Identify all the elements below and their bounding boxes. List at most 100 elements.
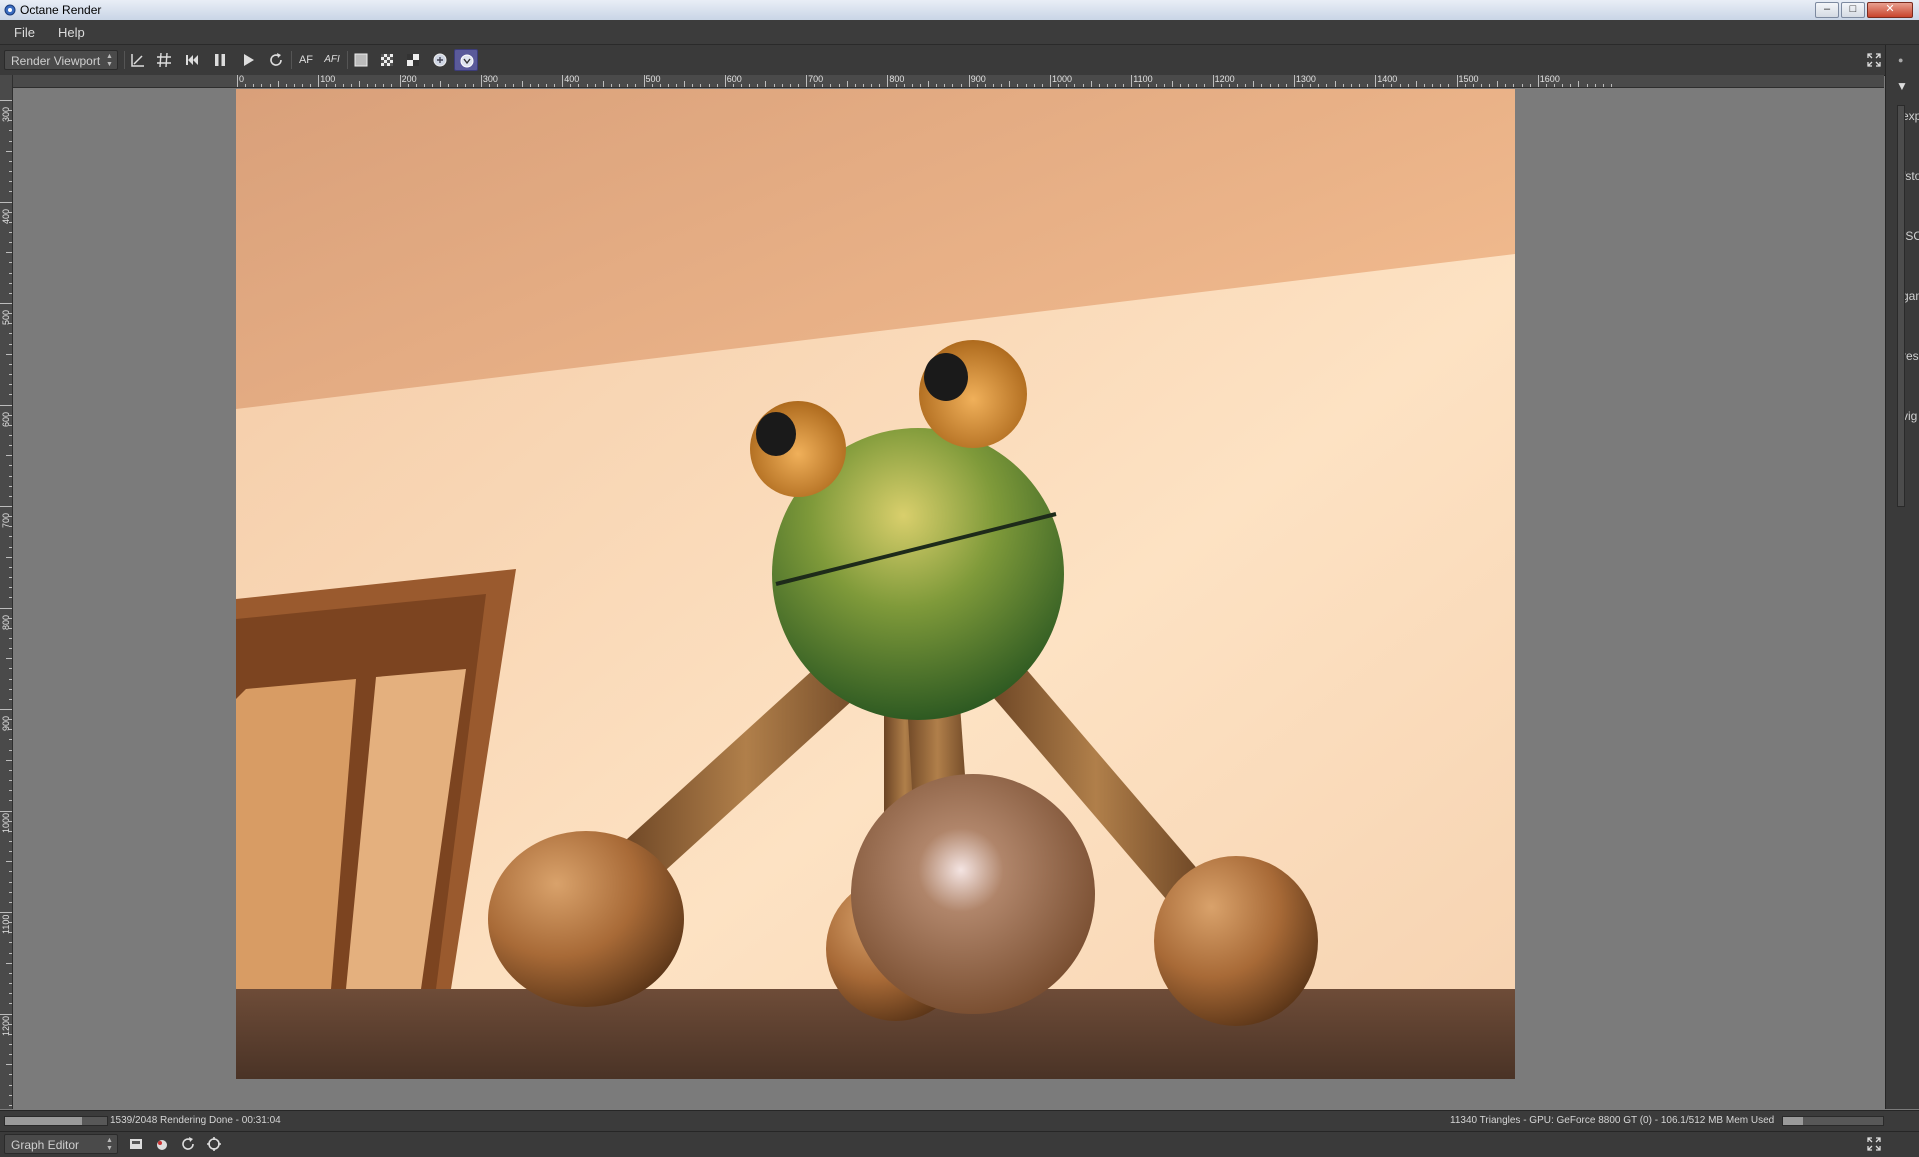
autofocus-infinity-button[interactable]: AFI bbox=[320, 49, 344, 71]
ruler-label: 1100 bbox=[1133, 75, 1153, 84]
ruler-label: 300 bbox=[1, 106, 11, 122]
ruler-tick bbox=[9, 790, 12, 792]
panel-scrollbar[interactable] bbox=[1897, 105, 1905, 507]
viewport-select[interactable]: Render Viewport ▲ ▼ bbox=[4, 50, 118, 70]
ruler-tick bbox=[9, 363, 12, 365]
ruler-tick bbox=[9, 495, 12, 497]
ruler-tick bbox=[9, 901, 12, 903]
fullscreen-icon bbox=[1867, 53, 1881, 67]
ruler-tick bbox=[1310, 84, 1312, 87]
pick-focus-button[interactable] bbox=[126, 49, 150, 71]
ruler-tick bbox=[375, 84, 377, 87]
reload-graph-button[interactable] bbox=[176, 1133, 200, 1155]
ruler-tick bbox=[1261, 84, 1263, 87]
ruler-tick bbox=[1106, 84, 1108, 87]
ruler-tick bbox=[9, 739, 12, 741]
graph-settings-button[interactable] bbox=[202, 1133, 226, 1155]
recompile-button[interactable] bbox=[264, 49, 288, 71]
ruler-tick bbox=[6, 353, 12, 355]
ruler-tick bbox=[464, 84, 466, 87]
ruler-tick bbox=[9, 130, 12, 132]
ruler-tick bbox=[1082, 84, 1084, 87]
ruler-tick bbox=[6, 556, 12, 558]
pause-render-button[interactable] bbox=[208, 49, 232, 71]
ruler-tick bbox=[9, 191, 12, 193]
menu-help[interactable]: Help bbox=[58, 25, 85, 40]
ruler-tick bbox=[9, 983, 12, 985]
realtime-button[interactable] bbox=[454, 49, 478, 71]
checker-button[interactable] bbox=[375, 49, 399, 71]
new-graph-icon bbox=[130, 1139, 142, 1149]
ruler-tick bbox=[0, 709, 12, 710]
ruler-label: 1200 bbox=[1, 1015, 11, 1036]
ruler-tick bbox=[871, 84, 873, 87]
ruler-tick bbox=[9, 871, 12, 873]
ruler-tick bbox=[9, 485, 12, 487]
ruler-tick bbox=[448, 84, 450, 87]
ruler-tick bbox=[0, 100, 12, 101]
lock-resolution-button[interactable] bbox=[428, 49, 452, 71]
ruler-tick bbox=[9, 972, 12, 974]
ruler-tick bbox=[1578, 81, 1580, 87]
ruler-tick bbox=[9, 688, 12, 690]
ruler-tick bbox=[1440, 84, 1442, 87]
graph-editor-bar: Graph Editor ▲ ▼ bbox=[0, 1131, 1919, 1157]
menu-file[interactable]: File bbox=[14, 25, 35, 40]
ruler-tick bbox=[1188, 84, 1190, 87]
graph-fullscreen-button[interactable] bbox=[1862, 1133, 1886, 1155]
ruler-tick bbox=[383, 84, 385, 87]
ruler-tick bbox=[741, 84, 743, 87]
ruler-tick bbox=[765, 81, 767, 87]
panel-pin-icon[interactable]: ● bbox=[1898, 55, 1903, 65]
ruler-tick bbox=[9, 891, 12, 893]
close-button[interactable]: ✕ bbox=[1867, 2, 1913, 18]
ruler-tick bbox=[6, 252, 12, 254]
ruler-tick bbox=[9, 678, 12, 680]
ruler-label: 400 bbox=[1, 208, 11, 224]
restart-render-button[interactable] bbox=[180, 49, 204, 71]
ruler-tick bbox=[846, 81, 848, 87]
alpha-button[interactable] bbox=[401, 49, 425, 71]
ruler-tick bbox=[342, 84, 344, 87]
minimize-button[interactable]: – bbox=[1815, 2, 1839, 18]
region-render-button[interactable] bbox=[349, 49, 373, 71]
ruler-tick bbox=[9, 394, 12, 396]
maximize-button[interactable]: □ bbox=[1841, 2, 1865, 18]
ruler-tick bbox=[9, 445, 12, 447]
load-material-button[interactable] bbox=[150, 1133, 174, 1155]
ruler-tick bbox=[708, 84, 710, 87]
ruler-tick bbox=[1529, 84, 1531, 87]
ruler-tick bbox=[1236, 84, 1238, 87]
ruler-tick bbox=[1196, 84, 1198, 87]
camera-imager-panel: ● ▼ exp fsto ISO gam resp vig bbox=[1885, 45, 1919, 1109]
ruler-tick bbox=[928, 81, 930, 87]
ruler-tick bbox=[391, 84, 393, 87]
status-bar: 1539/2048 Rendering Done - 00:31:04 1134… bbox=[0, 1110, 1919, 1131]
render-image[interactable] bbox=[236, 89, 1515, 1079]
ruler-tick bbox=[676, 84, 678, 87]
ruler-tick bbox=[9, 272, 12, 274]
ruler-label: 500 bbox=[645, 75, 661, 84]
ruler-tick bbox=[1480, 84, 1482, 87]
grid-button[interactable] bbox=[152, 49, 176, 71]
ruler-tick bbox=[1293, 75, 1295, 87]
graph-editor-select[interactable]: Graph Editor ▲ ▼ bbox=[4, 1134, 118, 1154]
collapse-arrow-icon[interactable]: ▼ bbox=[1896, 79, 1908, 93]
new-graph-button[interactable] bbox=[124, 1133, 148, 1155]
ruler-tick bbox=[9, 333, 12, 335]
ruler-tick bbox=[627, 84, 629, 87]
start-render-button[interactable] bbox=[236, 49, 260, 71]
ruler-tick bbox=[968, 75, 970, 87]
ruler-tick bbox=[903, 84, 905, 87]
autofocus-button[interactable]: AF bbox=[294, 49, 318, 71]
menu-bar: File Help bbox=[0, 20, 1919, 45]
fullscreen-button[interactable] bbox=[1862, 49, 1886, 71]
ruler-tick bbox=[0, 810, 12, 812]
ruler-tick bbox=[0, 506, 12, 507]
ruler-tick bbox=[1456, 75, 1458, 87]
ruler-tick bbox=[1269, 84, 1271, 87]
ruler-tick bbox=[537, 84, 539, 87]
pick-focus-icon bbox=[131, 54, 144, 67]
ruler-tick bbox=[1131, 75, 1133, 87]
ruler-label: 1100 bbox=[1, 914, 11, 934]
